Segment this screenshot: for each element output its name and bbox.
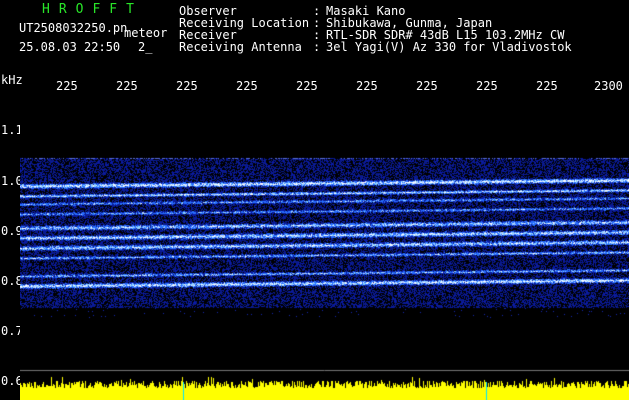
axis-unit-label: kHz: [1, 73, 23, 87]
x-tick-label: 225: [536, 79, 558, 93]
x-tick-label: 225: [176, 79, 198, 93]
x-tick-label: 225: [356, 79, 378, 93]
hrofft-window: HROFFT UT2508032250.pn meteor 25.08.03 2…: [0, 0, 629, 400]
antenna-value: 3el Yagi(V) Az 330 for Vladivostok: [326, 40, 572, 54]
file-name: UT2508032250.pn: [19, 21, 128, 35]
x-tick-label: 225: [476, 79, 498, 93]
mode-label: meteor: [124, 26, 168, 40]
spectrogram-plot[interactable]: [20, 96, 629, 400]
datetime: 25.08.03 22:50: [19, 40, 121, 54]
x-tick-label: 225: [116, 79, 138, 93]
x-tick-label: 225: [236, 79, 258, 93]
extra-indicator: 2_: [138, 40, 153, 54]
app-name: HROFFT: [42, 2, 143, 17]
antenna-label: Receiving Antenna: [179, 40, 302, 54]
x-tick-label: 225: [56, 79, 78, 93]
x-tick-label: 2300: [594, 79, 623, 93]
x-tick-label: 225: [296, 79, 318, 93]
x-tick-label: 225: [416, 79, 438, 93]
antenna-sep: :: [313, 40, 321, 54]
